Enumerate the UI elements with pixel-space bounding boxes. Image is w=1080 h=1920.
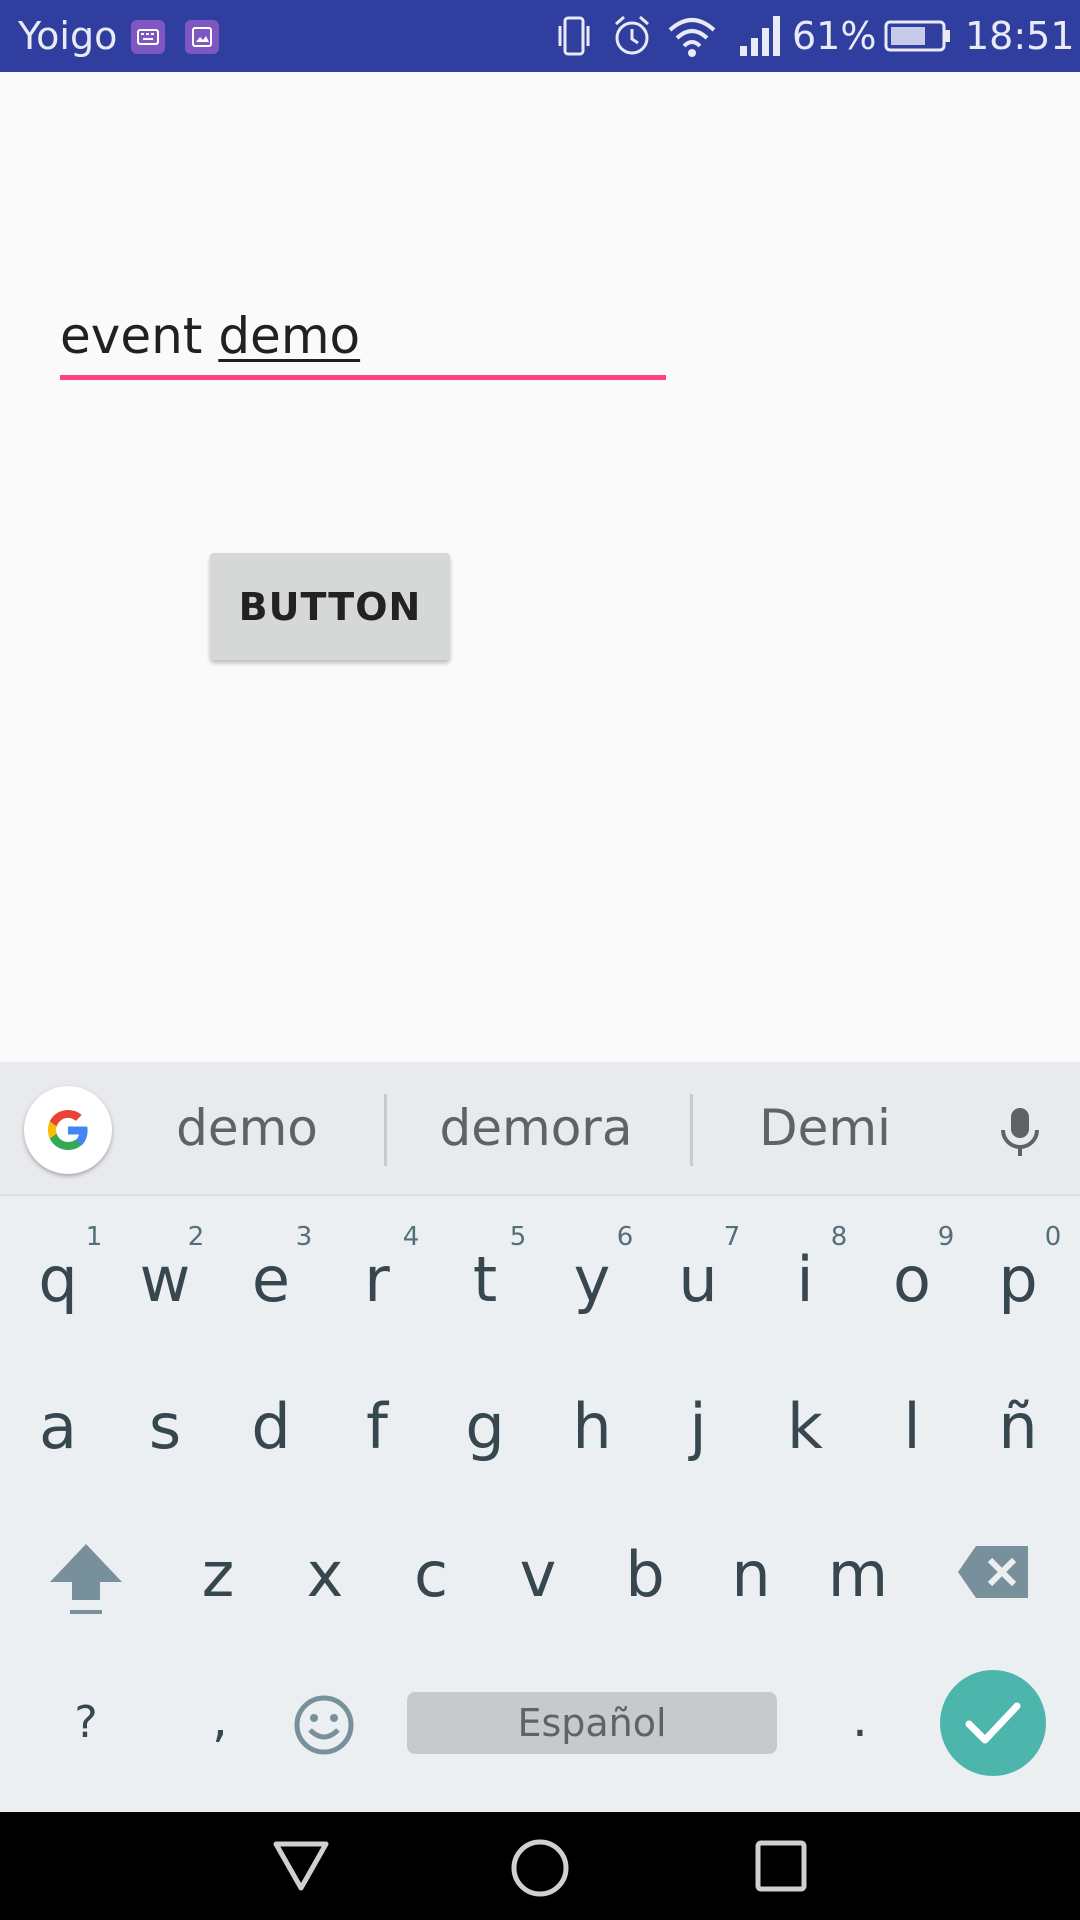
key-hint: 7 bbox=[723, 1222, 741, 1252]
done-button[interactable] bbox=[940, 1670, 1046, 1776]
key-s[interactable]: s bbox=[115, 1372, 215, 1482]
google-logo-icon bbox=[48, 1110, 88, 1150]
suggestion-divider bbox=[384, 1094, 387, 1166]
key-k[interactable]: k bbox=[755, 1372, 855, 1482]
key-hint: 1 bbox=[85, 1222, 103, 1252]
key-n[interactable]: n bbox=[701, 1520, 801, 1630]
period-key[interactable]: . bbox=[810, 1664, 910, 1774]
key-hint: 9 bbox=[937, 1222, 955, 1252]
home-icon[interactable] bbox=[510, 1838, 570, 1898]
emoji-icon[interactable] bbox=[293, 1694, 355, 1756]
key-m[interactable]: m bbox=[808, 1520, 908, 1630]
google-button[interactable] bbox=[24, 1086, 112, 1174]
alarm-icon bbox=[615, 15, 649, 55]
battery-percent: 61% bbox=[792, 14, 877, 58]
key-x[interactable]: x bbox=[275, 1520, 375, 1630]
key-c[interactable]: c bbox=[381, 1520, 481, 1630]
key-hint: 3 bbox=[295, 1222, 313, 1252]
text-input[interactable]: event demo bbox=[60, 300, 666, 384]
key-n-tilde[interactable]: ñ bbox=[968, 1372, 1068, 1482]
key-a[interactable]: a bbox=[8, 1372, 108, 1482]
input-text-composing: demo bbox=[218, 307, 361, 365]
key-l[interactable]: l bbox=[862, 1372, 962, 1482]
suggestion-1[interactable]: demo bbox=[157, 1090, 337, 1166]
key-z[interactable]: z bbox=[168, 1520, 268, 1630]
suggestion-2[interactable]: demora bbox=[421, 1090, 651, 1166]
signal-icon bbox=[740, 16, 780, 56]
mic-icon[interactable] bbox=[996, 1106, 1044, 1158]
navigation-bar bbox=[0, 1812, 1080, 1920]
checkmark-icon bbox=[965, 1702, 1021, 1744]
key-hint: 6 bbox=[616, 1222, 634, 1252]
key-hint: 0 bbox=[1044, 1222, 1062, 1252]
symbols-key[interactable]: ?123 bbox=[36, 1668, 136, 1858]
key-f[interactable]: f bbox=[327, 1372, 427, 1482]
back-icon[interactable] bbox=[270, 1838, 332, 1894]
input-value: event demo bbox=[60, 306, 360, 366]
key-v[interactable]: v bbox=[488, 1520, 588, 1630]
battery-icon bbox=[884, 20, 950, 52]
key-hint: 4 bbox=[402, 1222, 420, 1252]
image-notification-icon bbox=[185, 20, 219, 54]
key-h[interactable]: h bbox=[542, 1372, 642, 1482]
key-hint: 5 bbox=[509, 1222, 527, 1252]
clock: 18:51 bbox=[965, 14, 1075, 58]
space-key[interactable]: Español bbox=[407, 1692, 777, 1754]
key-d[interactable]: d bbox=[221, 1372, 321, 1482]
suggestion-divider bbox=[690, 1094, 693, 1166]
main-button[interactable]: BUTTON bbox=[210, 553, 450, 660]
comma-key[interactable]: , bbox=[170, 1664, 270, 1774]
suggestion-strip: demo demora Demi bbox=[0, 1062, 1080, 1196]
carrier-label: Yoigo bbox=[18, 14, 118, 58]
suggestion-3[interactable]: Demi bbox=[735, 1090, 915, 1166]
key-g[interactable]: g bbox=[435, 1372, 535, 1482]
input-text-committed: event bbox=[60, 307, 219, 365]
key-hint: 2 bbox=[187, 1222, 205, 1252]
input-underline bbox=[60, 375, 666, 380]
key-j[interactable]: j bbox=[648, 1372, 748, 1482]
shift-icon[interactable] bbox=[48, 1540, 124, 1618]
key-hint: 8 bbox=[830, 1222, 848, 1252]
recents-icon[interactable] bbox=[753, 1838, 809, 1894]
key-b[interactable]: b bbox=[595, 1520, 695, 1630]
status-bar: Yoigo 61% 18:51 bbox=[0, 0, 1080, 72]
vibrate-icon bbox=[558, 16, 590, 56]
keyboard-notification-icon bbox=[131, 20, 165, 54]
backspace-icon[interactable] bbox=[956, 1544, 1030, 1600]
wifi-icon bbox=[668, 18, 716, 57]
